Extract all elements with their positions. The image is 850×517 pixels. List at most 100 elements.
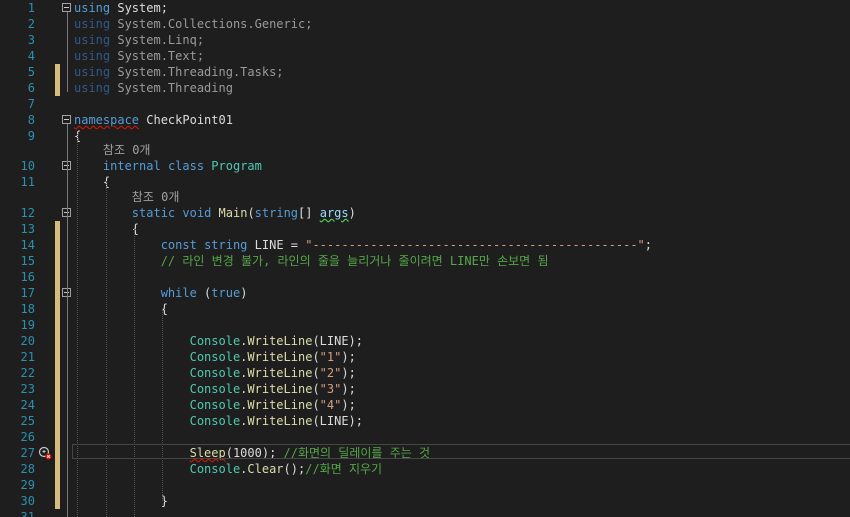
line-number: 12: [20, 206, 35, 220]
code-token: // 라인 변경 불가, 라인의 줄을 늘리거나 줄이려면 LINE만 손보면 …: [160, 254, 549, 268]
quick-action-error-icon[interactable]: [38, 446, 52, 460]
code-token: Console: [189, 462, 241, 476]
code-line: 7: [0, 96, 850, 112]
code-text: Console.Clear();//화면 지우기: [74, 461, 383, 477]
code-token: {: [74, 302, 168, 316]
code-token: using: [74, 65, 111, 79]
code-token: WriteLine: [247, 382, 313, 396]
code-text: while (true): [74, 285, 248, 301]
code-token: Console: [189, 398, 241, 412]
code-line: 19: [0, 317, 850, 333]
code-token: LINE =: [247, 238, 306, 252]
code-token: string: [204, 238, 248, 252]
line-number: 14: [20, 238, 35, 252]
line-number: 17: [20, 286, 35, 300]
code-text: Console.WriteLine(LINE);: [74, 413, 363, 429]
code-token: Clear: [247, 462, 284, 476]
line-number: 24: [20, 398, 35, 412]
change-indicator-bar: [55, 80, 60, 96]
code-token: (: [312, 366, 320, 380]
code-token: using: [74, 81, 111, 95]
codelens-text: 참조 0개: [74, 142, 151, 158]
line-number: 22: [20, 366, 35, 380]
collapse-minus-icon[interactable]: [62, 115, 71, 124]
indent-guide: [162, 309, 163, 501]
code-token: System.Threading: [110, 81, 233, 95]
line-number: 31: [20, 510, 35, 517]
code-token: WriteLine: [247, 366, 313, 380]
code-token: WriteLine: [247, 334, 313, 348]
line-number: 16: [20, 270, 35, 284]
change-indicator-bar: [55, 301, 60, 317]
code-text: {: [74, 301, 168, 317]
code-text: internal class Program: [74, 158, 262, 174]
code-line: 10 internal class Program: [0, 158, 850, 174]
fold-region-line: [67, 124, 68, 517]
code-token: using: [74, 17, 111, 31]
line-number: 2: [27, 17, 35, 31]
collapse-minus-icon[interactable]: [62, 3, 71, 12]
code-token: ();: [283, 462, 306, 476]
line-number: 29: [20, 478, 35, 492]
code-token: Console: [189, 366, 241, 380]
code-token: []: [298, 206, 320, 220]
code-line: 28 Console.Clear();//화면 지우기: [0, 461, 850, 477]
line-number: 11: [20, 175, 35, 189]
line-number: 26: [20, 430, 35, 444]
code-token: (: [247, 206, 255, 220]
line-number: 25: [20, 414, 35, 428]
codelens-reference-line[interactable]: 참조 0개: [0, 189, 850, 205]
code-token: Main: [218, 206, 248, 220]
line-number: 4: [27, 49, 35, 63]
code-text: static void Main(string[] args): [74, 205, 356, 221]
code-token: WriteLine: [247, 350, 313, 364]
code-editor[interactable]: 1 using System; 2 using System.Collections.…: [0, 0, 850, 517]
code-token: WriteLine: [247, 398, 313, 412]
code-token: "2": [319, 366, 342, 380]
codelens-reference-line[interactable]: 참조 0개: [0, 142, 850, 158]
code-token: ;: [644, 238, 653, 252]
line-number: 10: [20, 159, 35, 173]
change-indicator-bar: [55, 493, 60, 509]
line-number: 6: [27, 81, 35, 95]
change-indicator-bar: [55, 461, 60, 477]
code-token: );: [341, 398, 356, 412]
code-token: Console: [189, 350, 241, 364]
code-text: Console.WriteLine("3");: [74, 381, 356, 397]
code-token: System.Collections.Generic;: [110, 17, 313, 31]
code-token: "3": [319, 382, 342, 396]
code-token: "1": [319, 350, 342, 364]
code-line: 22 Console.WriteLine("2");: [0, 365, 850, 381]
change-indicator-bar: [55, 429, 60, 445]
code-token: ): [348, 206, 356, 220]
line-number: 5: [27, 65, 35, 79]
code-token: (: [312, 398, 320, 412]
change-indicator-bar: [55, 477, 60, 493]
code-line: 24 Console.WriteLine("4");: [0, 397, 850, 413]
line-number: 15: [20, 254, 35, 268]
code-token: System.Threading.Tasks;: [110, 65, 284, 79]
code-line: 16: [0, 269, 850, 285]
code-text: Console.WriteLine("2");: [74, 365, 356, 381]
code-line: 4 using System.Text;: [0, 48, 850, 64]
code-text: {: [74, 174, 110, 190]
line-number: 8: [27, 113, 35, 127]
change-indicator-bar: [55, 381, 60, 397]
code-token: ): [240, 286, 248, 300]
code-token: Console: [189, 334, 241, 348]
code-line: 3 using System.Linq;: [0, 32, 850, 48]
code-line: 12 static void Main(string[] args): [0, 205, 850, 221]
code-text: const string LINE = "-------------------…: [74, 237, 652, 253]
code-line: 17 while (true): [0, 285, 850, 301]
change-indicator-bar: [55, 269, 60, 285]
code-token: (LINE);: [312, 334, 364, 348]
code-token: "---------------------------------------…: [305, 238, 645, 252]
code-token: namespace: [74, 113, 140, 127]
code-line: 29: [0, 477, 850, 493]
line-number: 23: [20, 382, 35, 396]
